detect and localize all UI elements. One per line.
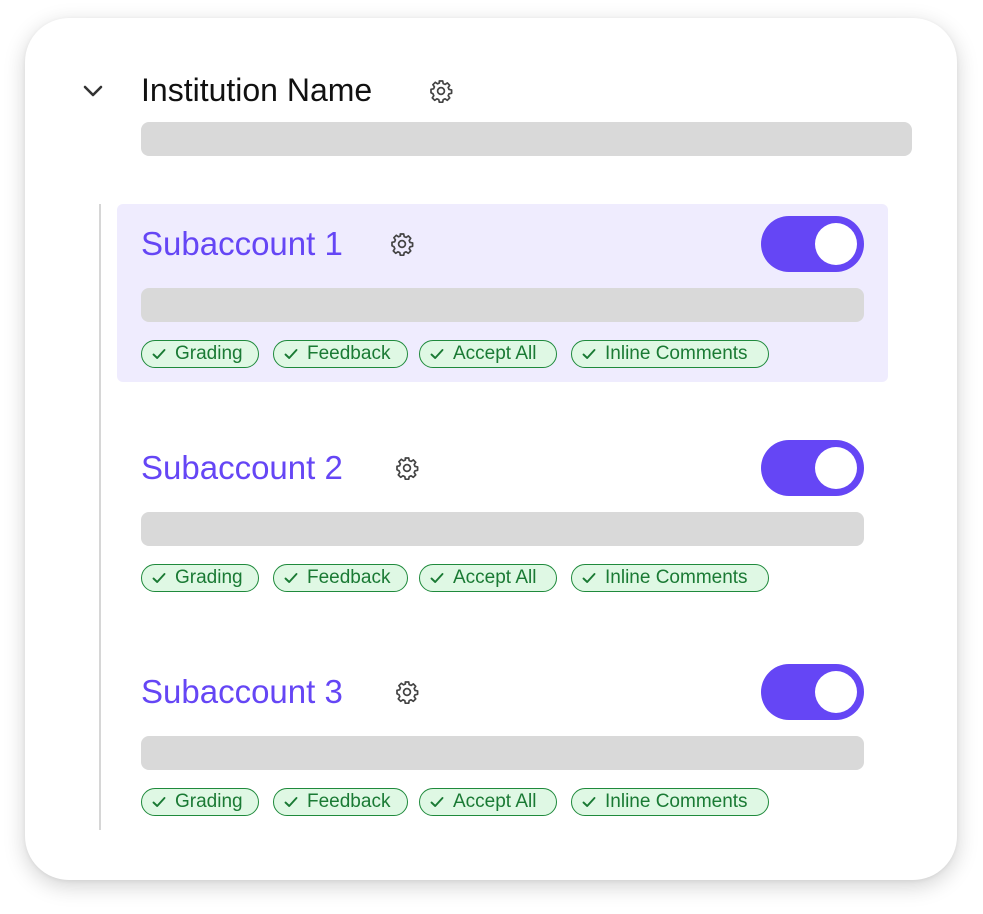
feature-tag[interactable]: Accept All bbox=[419, 340, 557, 368]
subaccount-enable-toggle[interactable] bbox=[761, 664, 864, 720]
toggle-knob bbox=[815, 671, 857, 713]
feature-tag-label: Grading bbox=[175, 791, 243, 812]
feature-tag-label: Grading bbox=[175, 343, 243, 364]
feature-tag-label: Feedback bbox=[307, 791, 391, 812]
feature-tag-label: Accept All bbox=[453, 567, 537, 588]
feature-tag-label: Grading bbox=[175, 567, 243, 588]
subaccount-name: Subaccount 2 bbox=[141, 449, 343, 486]
subaccount-item: Subaccount 2 Grading Feedback Accept All Inl… bbox=[117, 428, 888, 606]
subaccount-item: Subaccount 3 Grading Feedback Accept All Inl… bbox=[117, 652, 888, 830]
chevron-down-icon[interactable] bbox=[80, 78, 106, 104]
feature-tag[interactable]: Inline Comments bbox=[571, 788, 769, 816]
feature-tag-label: Feedback bbox=[307, 567, 391, 588]
feature-tag[interactable]: Feedback bbox=[273, 788, 408, 816]
feature-tag[interactable]: Grading bbox=[141, 340, 259, 368]
check-icon bbox=[151, 346, 167, 362]
feature-tag[interactable]: Inline Comments bbox=[571, 340, 769, 368]
feature-tag-label: Feedback bbox=[307, 343, 391, 364]
feature-tag-label: Inline Comments bbox=[605, 343, 748, 364]
check-icon bbox=[581, 346, 597, 362]
subaccount-enable-toggle[interactable] bbox=[761, 440, 864, 496]
check-icon bbox=[283, 794, 299, 810]
gear-icon[interactable] bbox=[394, 455, 420, 481]
feature-tag-label: Accept All bbox=[453, 791, 537, 812]
check-icon bbox=[283, 346, 299, 362]
institution-name: Institution Name bbox=[141, 72, 373, 108]
check-icon bbox=[429, 570, 445, 586]
subaccount-name: Subaccount 1 bbox=[141, 225, 343, 262]
check-icon bbox=[283, 570, 299, 586]
feature-tag-label: Inline Comments bbox=[605, 567, 748, 588]
toggle-knob bbox=[815, 447, 857, 489]
tree-connector-line bbox=[99, 204, 101, 830]
subaccount-description-placeholder bbox=[141, 736, 864, 770]
check-icon bbox=[581, 570, 597, 586]
subaccount-enable-toggle[interactable] bbox=[761, 216, 864, 272]
institution-description-placeholder bbox=[141, 122, 912, 156]
feature-tag-label: Inline Comments bbox=[605, 791, 748, 812]
feature-tag[interactable]: Inline Comments bbox=[571, 564, 769, 592]
gear-icon[interactable] bbox=[389, 231, 415, 257]
subaccount-description-placeholder bbox=[141, 512, 864, 546]
feature-tag[interactable]: Accept All bbox=[419, 788, 557, 816]
subaccount-name: Subaccount 3 bbox=[141, 673, 343, 710]
gear-icon[interactable] bbox=[428, 78, 454, 104]
subaccount-description-placeholder bbox=[141, 288, 864, 322]
feature-tag[interactable]: Feedback bbox=[273, 340, 408, 368]
check-icon bbox=[429, 346, 445, 362]
feature-tag[interactable]: Grading bbox=[141, 788, 259, 816]
feature-tag-label: Accept All bbox=[453, 343, 537, 364]
check-icon bbox=[429, 794, 445, 810]
feature-tag[interactable]: Accept All bbox=[419, 564, 557, 592]
check-icon bbox=[581, 794, 597, 810]
gear-icon[interactable] bbox=[394, 679, 420, 705]
feature-tag[interactable]: Feedback bbox=[273, 564, 408, 592]
check-icon bbox=[151, 570, 167, 586]
check-icon bbox=[151, 794, 167, 810]
toggle-knob bbox=[815, 223, 857, 265]
subaccount-item: Subaccount 1 Grading Feedback Accept All Inl… bbox=[117, 204, 888, 382]
feature-tag[interactable]: Grading bbox=[141, 564, 259, 592]
